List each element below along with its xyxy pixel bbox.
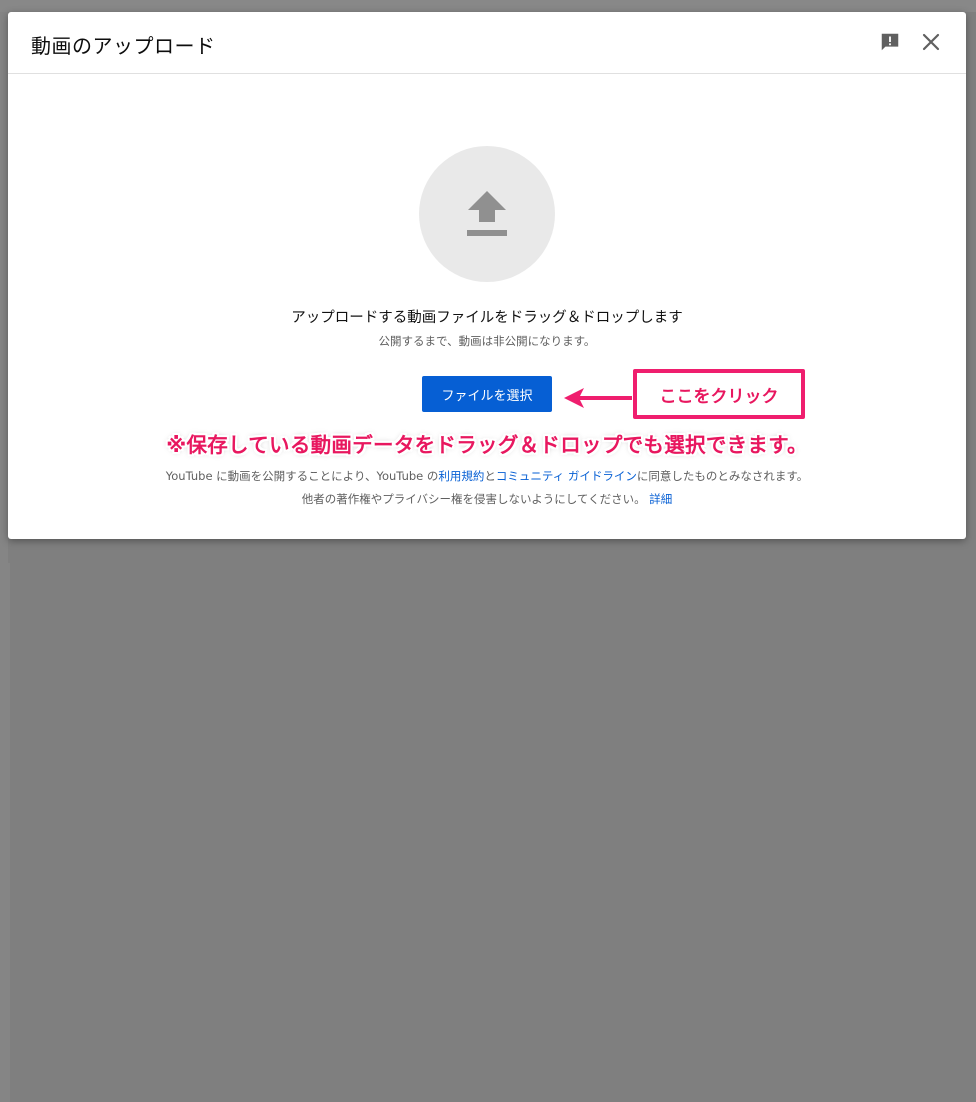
community-guidelines-link[interactable]: コミュニティ ガイドライン bbox=[496, 469, 637, 483]
terms-of-service-link[interactable]: 利用規約 bbox=[438, 469, 484, 483]
terms-line-2: 他者の著作権やプライバシー権を侵害しないようにしてください。 詳細 bbox=[8, 491, 966, 507]
feedback-icon[interactable] bbox=[876, 28, 904, 56]
privacy-note: 公開するまで、動画は非公開になります。 bbox=[378, 334, 596, 348]
dialog-header: 動画のアップロード bbox=[8, 12, 966, 74]
annotation-callout: ここをクリック bbox=[633, 369, 805, 419]
terms-and: と bbox=[484, 469, 496, 483]
terms-line-1: YouTube に動画を公開することにより、YouTube の利用規約とコミュニ… bbox=[8, 468, 966, 484]
details-link[interactable]: 詳細 bbox=[649, 492, 672, 506]
dialog-title: 動画のアップロード bbox=[31, 34, 216, 58]
upload-dialog: 動画のアップロード アップロードする動画ファイルをドラッグ＆ドロップします 公開… bbox=[8, 12, 966, 539]
annotation-arrow bbox=[564, 388, 632, 408]
close-icon[interactable] bbox=[917, 28, 945, 56]
background-page-top bbox=[0, 0, 976, 12]
terms-prefix: YouTube に動画を公開することにより、YouTube の bbox=[165, 469, 439, 483]
upload-arrow-icon bbox=[467, 191, 507, 236]
background-page-left bbox=[0, 12, 8, 563]
background-page-right bbox=[0, 563, 10, 1102]
select-file-button[interactable]: ファイルを選択 bbox=[422, 376, 552, 412]
annotation-note: ※保存している動画データをドラッグ＆ドロップでも選択できます。 bbox=[166, 433, 808, 457]
terms-suffix: に同意したものとみなされます。 bbox=[636, 469, 809, 483]
copyright-note: 他者の著作権やプライバシー権を侵害しないようにしてください。 bbox=[301, 492, 646, 506]
upload-drop-zone[interactable] bbox=[419, 146, 555, 282]
upload-instruction: アップロードする動画ファイルをドラッグ＆ドロップします bbox=[291, 310, 683, 326]
